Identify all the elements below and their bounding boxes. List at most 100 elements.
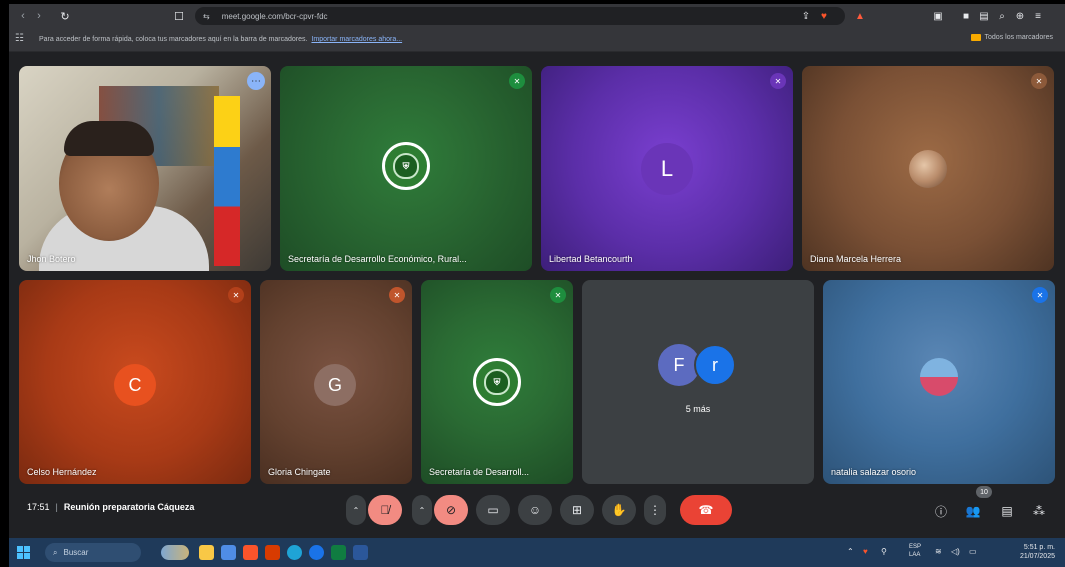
captions-button[interactable]: ▭ bbox=[476, 495, 510, 525]
screen: ‹ › ↻ ☐ ⇆ meet.google.com/bcr-cpvr-fdc ⇪… bbox=[0, 0, 1065, 567]
camera-options-button[interactable]: ⌃ bbox=[412, 495, 432, 525]
leave-call-button[interactable]: ☎ bbox=[680, 495, 732, 525]
brave-rewards-icon[interactable]: ▲ bbox=[853, 9, 867, 23]
word-icon[interactable] bbox=[353, 545, 368, 560]
windows-start-icon[interactable] bbox=[17, 546, 30, 559]
tray-overflow-icon[interactable]: ⌃ bbox=[847, 547, 854, 556]
captions-icon: ▭ bbox=[487, 503, 499, 517]
apps-icon[interactable]: ☷ bbox=[15, 33, 24, 44]
start-square bbox=[24, 546, 30, 552]
avatar bbox=[909, 150, 947, 188]
excel-icon[interactable] bbox=[331, 545, 346, 560]
store-icon[interactable] bbox=[221, 545, 236, 560]
present-icon: ⊞ bbox=[571, 503, 583, 517]
site-info-icon[interactable]: ⇆ bbox=[203, 12, 210, 21]
avatar bbox=[920, 358, 958, 396]
clock[interactable]: 5:51 p. m. 21/07/2025 bbox=[1020, 543, 1055, 561]
meeting-title: Reunión preparatoria Cáqueza bbox=[63, 502, 195, 512]
participant-name: Libertad Betancourth bbox=[549, 254, 633, 264]
person-hair bbox=[64, 121, 154, 156]
people-button[interactable]: 👥 bbox=[962, 500, 984, 522]
language-sub-label: LAA bbox=[909, 552, 921, 558]
start-square bbox=[24, 553, 30, 559]
participant-name: Celso Hernández bbox=[27, 467, 97, 477]
sidebar-icon[interactable]: ▣ bbox=[931, 9, 945, 23]
avatar-letter: r bbox=[712, 354, 718, 375]
avatar-letter: C bbox=[128, 374, 142, 395]
chat-button[interactable]: ▤ bbox=[996, 500, 1018, 522]
windows-taskbar: ⌕ Buscar ⌃ ♥ ⚲ ESP LAA ≋ ◁) ▭ 5:51 p. m.… bbox=[9, 538, 1065, 567]
meeting-details-button[interactable]: ⓘ bbox=[930, 500, 952, 522]
all-bookmarks-folder[interactable]: Todos los marcadores bbox=[970, 34, 1053, 41]
widgets-icon[interactable] bbox=[161, 545, 189, 560]
participant-tile-group[interactable]: F r 5 más bbox=[582, 280, 814, 484]
mic-off-icon: ✕ bbox=[1031, 73, 1047, 89]
avatar-letter: G bbox=[327, 374, 342, 395]
participant-tile-letter[interactable]: G ✕ Gloria Chingate bbox=[260, 280, 412, 484]
more-options-icon[interactable]: ⋯ bbox=[247, 72, 265, 90]
avatar: G bbox=[314, 364, 356, 406]
participant-tile-letter[interactable]: C ✕ Celso Hernández bbox=[19, 280, 251, 484]
mic-off-icon: ✕ bbox=[550, 287, 566, 303]
chat-icon: ▤ bbox=[1001, 504, 1013, 518]
reactions-button[interactable]: ☺ bbox=[518, 495, 552, 525]
forward-icon[interactable]: › bbox=[31, 8, 47, 24]
participant-name: Gloria Chingate bbox=[268, 467, 331, 477]
mic-options-button[interactable]: ⌃ bbox=[346, 495, 366, 525]
activities-button[interactable]: ⁂ bbox=[1028, 500, 1050, 522]
brave-browser-icon[interactable] bbox=[243, 545, 258, 560]
window-icon[interactable]: ■ bbox=[959, 9, 973, 23]
address-bar[interactable]: ⇆ meet.google.com/bcr-cpvr-fdc bbox=[195, 7, 845, 25]
browser-toolbar: ‹ › ↻ ☐ ⇆ meet.google.com/bcr-cpvr-fdc ⇪… bbox=[9, 4, 1065, 28]
app-icon-office[interactable] bbox=[265, 545, 280, 560]
tabs-icon[interactable]: ▤ bbox=[977, 9, 991, 23]
participant-name: natalia salazar osorio bbox=[831, 467, 917, 477]
import-bookmarks-link[interactable]: Importar marcadores ahora... bbox=[311, 36, 402, 43]
participant-tile-logo[interactable]: ⛨ ✕ Secretaría de Desarrollo Económico, … bbox=[280, 66, 532, 271]
share-icon[interactable]: ⇪ bbox=[799, 9, 813, 23]
wifi-icon[interactable]: ≋ bbox=[935, 547, 942, 556]
back-icon[interactable]: ‹ bbox=[15, 8, 31, 24]
participant-tile-photo[interactable]: ✕ Diana Marcela Herrera bbox=[802, 66, 1054, 271]
mic-toggle-button[interactable]: 🎙̸ bbox=[368, 495, 402, 525]
taskbar-search[interactable]: ⌕ Buscar bbox=[45, 543, 141, 562]
vpn-icon[interactable]: ⊕ bbox=[1013, 9, 1027, 23]
bookmarks-hint-text: Para acceder de forma rápida, coloca tus… bbox=[39, 36, 308, 43]
meeting-info: 17:51 | Reunión preparatoria Cáqueza bbox=[27, 502, 194, 512]
participant-tile-video[interactable]: ⋯ Jhon Botero bbox=[19, 66, 271, 271]
people-icon: 👥 bbox=[965, 504, 981, 518]
reload-icon[interactable]: ↻ bbox=[57, 8, 73, 24]
file-explorer-icon[interactable] bbox=[199, 545, 214, 560]
battery-icon[interactable]: ▭ bbox=[969, 547, 977, 556]
search-icon: ⌕ bbox=[53, 547, 58, 557]
avatar-letter: F bbox=[673, 354, 685, 375]
bookmarks-bar: ☷ Para acceder de forma rápida, coloca t… bbox=[9, 28, 1065, 52]
shield-icon: ⛨ bbox=[393, 153, 419, 179]
menu-icon[interactable]: ≡ bbox=[1031, 9, 1045, 23]
search-icon[interactable]: ⌕ bbox=[995, 9, 1009, 23]
participant-name: Secretaría de Desarroll... bbox=[429, 467, 530, 477]
chrome-browser-icon[interactable] bbox=[309, 545, 324, 560]
raise-hand-button[interactable]: ✋ bbox=[602, 495, 636, 525]
brave-shield-icon[interactable]: ♥ bbox=[817, 9, 831, 23]
more-options-button[interactable]: ⋮ bbox=[644, 495, 666, 525]
participant-name: Secretaría de Desarrollo Económico, Rura… bbox=[288, 254, 467, 264]
camera-toggle-button[interactable]: ⊘ bbox=[434, 495, 468, 525]
tray-app-icon[interactable]: ⚲ bbox=[881, 547, 887, 556]
taskbar-search-label: Buscar bbox=[63, 548, 89, 557]
video-frame bbox=[19, 66, 271, 271]
volume-icon[interactable]: ◁) bbox=[951, 547, 960, 556]
flag bbox=[214, 96, 240, 266]
tray-app-icon[interactable]: ♥ bbox=[863, 547, 868, 556]
edge-browser-icon[interactable] bbox=[287, 545, 302, 560]
start-square bbox=[17, 546, 23, 552]
shield-icon: ⛨ bbox=[484, 369, 510, 395]
participant-tile-logo[interactable]: ⛨ ✕ Secretaría de Desarroll... bbox=[421, 280, 573, 484]
present-button[interactable]: ⊞ bbox=[560, 495, 594, 525]
tab-view-icon[interactable]: ☐ bbox=[171, 8, 187, 24]
language-indicator[interactable]: ESP LAA bbox=[909, 543, 921, 559]
participant-tile-photo[interactable]: ✕ natalia salazar osorio bbox=[823, 280, 1055, 484]
participant-tile-letter[interactable]: L ✕ Libertad Betancourth bbox=[541, 66, 793, 271]
more-vert-icon: ⋮ bbox=[649, 503, 661, 517]
screen-border-left bbox=[0, 0, 9, 567]
